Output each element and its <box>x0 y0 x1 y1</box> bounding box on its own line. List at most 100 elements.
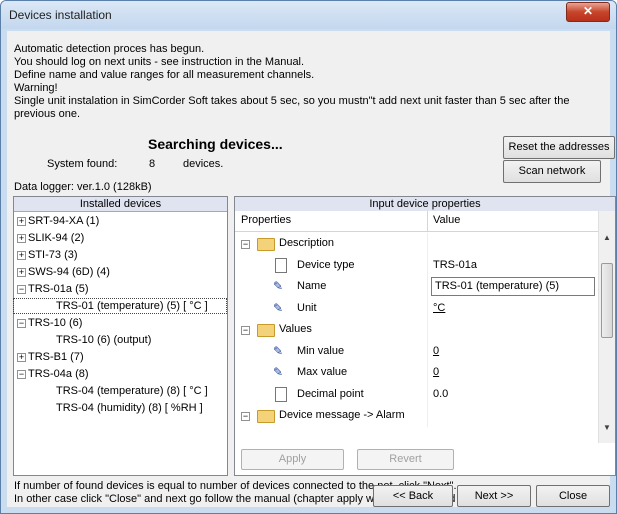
system-found-count: 8 <box>149 158 156 170</box>
property-label: Name <box>297 280 327 292</box>
reset-addresses-button[interactable]: Reset the addresses <box>503 136 615 159</box>
property-group-label: Description <box>279 237 335 249</box>
expand-icon[interactable]: + <box>17 251 26 260</box>
tree-item[interactable]: TRS-10 (6) (output) <box>14 333 226 347</box>
property-label: Unit <box>297 301 317 314</box>
row-divider <box>427 297 428 320</box>
property-value: 0.0 <box>433 387 449 400</box>
devices-installation-window: Devices installation ✕ Automatic detecti… <box>0 0 617 514</box>
collapse-icon[interactable]: − <box>241 326 250 335</box>
property-row[interactable]: − Values <box>235 319 598 341</box>
property-row[interactable]: Device type TRS-01a <box>235 254 598 277</box>
collapse-icon[interactable]: − <box>241 412 250 421</box>
properties-scrollbar[interactable]: ▲ ▼ <box>598 211 615 443</box>
property-label: Device type <box>297 258 355 271</box>
tree-item[interactable]: − TRS-01a (5) <box>14 282 226 296</box>
property-group-label: Values <box>279 323 312 335</box>
property-value: TRS-01a <box>433 258 478 271</box>
tree-item-label: TRS-10 (6) (output) <box>56 334 152 346</box>
expand-icon[interactable]: + <box>17 353 26 362</box>
expand-icon[interactable]: + <box>17 268 26 277</box>
edit-pencil-icon: ✎ <box>273 343 284 358</box>
tree-item-label: TRS-04a (8) <box>28 368 89 380</box>
property-value[interactable]: °C <box>433 302 445 314</box>
property-row[interactable]: ✎ Max value 0 <box>235 362 598 384</box>
row-divider <box>427 405 428 427</box>
intro-line: You should log on next units - see instr… <box>14 56 305 68</box>
row-divider <box>427 340 428 363</box>
tree-item[interactable]: TRS-04 (humidity) (8) [ %RH ] <box>14 401 226 415</box>
tree-item[interactable]: + STI-73 (3) <box>14 248 226 262</box>
expand-icon[interactable]: + <box>17 234 26 243</box>
collapse-icon[interactable]: − <box>241 240 250 249</box>
row-divider <box>427 276 428 298</box>
revert-button[interactable]: Revert <box>357 449 454 470</box>
intro-line: previous one. <box>14 108 81 120</box>
properties-column-header: Properties Value <box>235 211 598 232</box>
document-icon <box>275 386 287 402</box>
edit-pencil-icon: ✎ <box>273 300 284 315</box>
tree-item-label: SWS-94 (6D) (4) <box>28 266 110 278</box>
tree-item[interactable]: − TRS-04a (8) <box>14 367 226 381</box>
scroll-up-icon[interactable]: ▲ <box>602 233 612 242</box>
property-row[interactable]: ✎ Unit °C <box>235 297 598 320</box>
title-bar: Devices installation ✕ <box>1 1 616 29</box>
collapse-icon[interactable]: − <box>17 370 26 379</box>
collapse-icon[interactable]: − <box>17 319 26 328</box>
property-row[interactable]: − Device message -> Alarm <box>235 405 598 427</box>
row-divider <box>427 319 428 341</box>
folder-icon <box>257 238 275 251</box>
tree-item-label: TRS-01 (temperature) (5) [ °C ] <box>56 300 208 312</box>
collapse-icon[interactable]: − <box>17 285 26 294</box>
property-value-input[interactable]: TRS-01 (temperature) (5) <box>431 277 595 296</box>
intro-line: Define name and value ranges for all mea… <box>14 69 315 81</box>
expand-icon[interactable]: + <box>17 217 26 226</box>
property-row[interactable]: ✎ Name TRS-01 (temperature) (5) <box>235 276 598 298</box>
column-value[interactable]: Value <box>433 214 460 226</box>
property-row[interactable]: ✎ Min value 0 <box>235 340 598 363</box>
scrollbar-thumb[interactable] <box>601 263 613 338</box>
row-divider <box>427 383 428 406</box>
tree-item-label: TRS-04 (temperature) (8) [ °C ] <box>56 385 208 397</box>
back-button[interactable]: << Back <box>373 485 453 507</box>
installed-devices-panel: Installed devices + SRT-94-XA (1) + SLIK-94… <box>13 196 228 476</box>
folder-icon <box>257 410 275 423</box>
tree-item-label: STI-73 (3) <box>28 249 78 261</box>
property-row[interactable]: Decimal point 0.0 <box>235 383 598 406</box>
tree-item[interactable]: + SWS-94 (6D) (4) <box>14 265 226 279</box>
row-divider <box>427 233 428 255</box>
tree-item-label: TRS-01a (5) <box>28 283 89 295</box>
intro-text: Automatic detection proces has begun. Yo… <box>14 43 608 121</box>
row-divider <box>427 254 428 277</box>
column-divider[interactable] <box>427 211 428 231</box>
tree-item[interactable]: TRS-01 (temperature) (5) [ °C ] <box>13 298 227 314</box>
scan-network-button[interactable]: Scan network <box>503 160 601 183</box>
property-label: Max value <box>297 366 348 378</box>
property-label: Min value <box>297 344 345 357</box>
tree-item[interactable]: TRS-04 (temperature) (8) [ °C ] <box>14 384 226 398</box>
apply-button[interactable]: Apply <box>241 449 344 470</box>
scroll-down-icon[interactable]: ▼ <box>602 423 612 432</box>
document-icon <box>275 257 287 273</box>
tree-item[interactable]: + SLIK-94 (2) <box>14 231 226 245</box>
property-row[interactable]: − Description <box>235 233 598 255</box>
window-title: Devices installation <box>9 8 112 22</box>
intro-line: Single unit instalation in SimCorder Sof… <box>14 95 570 107</box>
close-button[interactable]: Close <box>536 485 610 507</box>
tree-item[interactable]: + SRT-94-XA (1) <box>14 214 226 228</box>
property-value[interactable]: 0 <box>433 345 439 357</box>
property-value[interactable]: 0 <box>433 366 439 378</box>
tree-item-label: TRS-B1 (7) <box>28 351 84 363</box>
intro-line: Automatic detection proces has begun. <box>14 43 205 55</box>
column-properties[interactable]: Properties <box>241 214 291 226</box>
tree-item[interactable]: + TRS-B1 (7) <box>14 350 226 364</box>
window-close-button[interactable]: ✕ <box>566 2 610 22</box>
searching-status: Searching devices... <box>148 136 283 152</box>
system-found-label: System found: <box>47 158 118 170</box>
property-group-label: Device message -> Alarm <box>279 409 405 421</box>
data-logger-version: Data logger: ver.1.0 (128kB) <box>14 181 152 193</box>
devices-label: devices. <box>183 158 224 170</box>
tree-item[interactable]: − TRS-10 (6) <box>14 316 226 330</box>
next-button[interactable]: Next >> <box>457 485 531 507</box>
tree-item-label: SRT-94-XA (1) <box>28 215 100 227</box>
